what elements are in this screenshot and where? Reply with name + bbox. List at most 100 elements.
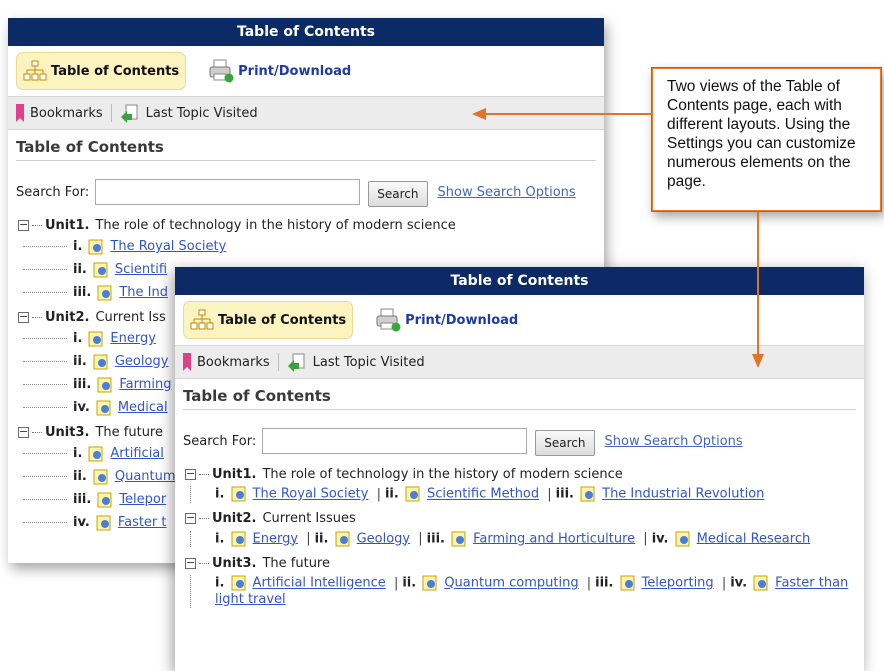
unit-row: − Unit1. The role of technology in the h… [185, 464, 864, 484]
print-download-button[interactable]: Print/Download [369, 301, 524, 339]
toc-tree: − Unit1. The role of technology in the h… [185, 464, 864, 608]
topic-link[interactable]: Scientific Method [427, 487, 539, 502]
tree-connector [23, 292, 67, 293]
topic-number: iv. [730, 575, 748, 591]
search-button[interactable]: Search [535, 430, 595, 456]
collapse-icon[interactable]: − [185, 557, 196, 569]
toc-button[interactable]: Table of Contents [16, 52, 187, 90]
topic-number: iii. [73, 377, 92, 392]
unit-label: Unit2. [212, 511, 257, 526]
unit-title: The future [262, 555, 330, 571]
unit-row: − Unit3. The future [185, 553, 864, 573]
topic-link[interactable]: Energy [253, 531, 299, 546]
topic-link[interactable]: Scientifi [115, 262, 167, 277]
last-topic-icon [120, 104, 138, 123]
topic-link[interactable]: Medical [118, 400, 168, 415]
topic-number: ii. [384, 486, 399, 502]
topic-number: ii. [314, 531, 329, 546]
collapse-icon[interactable]: − [18, 426, 29, 438]
topic-link[interactable]: Faster t [118, 515, 167, 530]
collapse-icon[interactable]: − [18, 311, 29, 323]
topic-number: iii. [426, 531, 445, 546]
search-input[interactable] [95, 179, 361, 205]
topic-link[interactable]: Artificial [110, 446, 163, 461]
topic-number: ii. [73, 354, 87, 369]
tree-connector [32, 224, 42, 226]
topic-separator: | [547, 486, 552, 502]
collapse-icon[interactable]: − [18, 219, 29, 231]
toc-button-label: Table of Contents [51, 63, 180, 79]
topic-link[interactable]: Teleporting [642, 576, 714, 591]
topic-link[interactable]: The Royal Society [110, 239, 226, 254]
topic-number: iv. [73, 400, 90, 415]
arrow-to-panel2 [752, 212, 764, 368]
last-topic-icon [287, 353, 305, 372]
topic-number: iv. [651, 531, 669, 546]
topic-page-icon [231, 531, 246, 546]
tree-connector [23, 499, 67, 500]
toc-button-label: Table of Contents [218, 312, 347, 328]
topic-page-icon [753, 575, 768, 591]
topic-link[interactable]: Medical Research [697, 531, 811, 546]
topic-link[interactable]: Farming [119, 377, 171, 392]
tree-connector [199, 562, 209, 564]
topic-link[interactable]: Telepor [119, 492, 166, 507]
print-download-button[interactable]: Print/Download [202, 52, 357, 90]
show-search-options-link[interactable]: Show Search Options [605, 434, 743, 449]
topic-page-icon [675, 531, 690, 546]
show-search-options-link[interactable]: Show Search Options [438, 185, 576, 200]
topic-link[interactable]: Quantum [115, 469, 176, 484]
unit-title: The future [95, 424, 163, 440]
unit-row: − Unit2. Current Issues [185, 509, 864, 529]
last-topic-link[interactable]: Last Topic Visited [287, 352, 425, 372]
bookmarks-label: Bookmarks [197, 354, 270, 370]
search-button[interactable]: Search [368, 181, 428, 207]
topic-number: iii. [73, 492, 92, 507]
divider [277, 353, 279, 371]
topic-link[interactable]: Quantum computing [444, 576, 578, 591]
topic-page-icon [580, 486, 595, 502]
section-title: Table of Contents [183, 387, 856, 410]
printer-icon [209, 59, 234, 83]
toc-button[interactable]: Table of Contents [183, 301, 354, 339]
topic-link[interactable]: Geology [357, 531, 411, 546]
topic-link[interactable]: Artificial Intelligence [253, 576, 386, 591]
topic-page-icon [335, 531, 350, 546]
topic-separator: | [376, 486, 381, 502]
collapse-icon[interactable]: − [185, 512, 196, 524]
topic-separator: | [643, 531, 648, 546]
search-input[interactable] [262, 428, 528, 454]
topic-link[interactable]: The Ind [119, 285, 168, 300]
topic-link[interactable]: Geology [115, 354, 169, 369]
unit-label: Unit1. [212, 466, 257, 482]
tree-connector [23, 407, 67, 408]
topic-link[interactable]: The Industrial Revolution [602, 487, 764, 502]
bookmarks-link[interactable]: Bookmarks [183, 353, 270, 371]
topic-number: i. [215, 531, 225, 546]
unit-title: Current Iss [95, 309, 166, 325]
topic-link[interactable]: The Royal Society [253, 487, 369, 502]
tree-connector [23, 361, 67, 362]
topic-page-icon [97, 377, 112, 392]
topic-number: ii. [73, 469, 87, 484]
unit-title: Current Issues [262, 511, 356, 526]
topic-number: ii. [402, 575, 417, 591]
topic-link[interactable]: Energy [110, 331, 156, 346]
unit-label: Unit3. [212, 555, 257, 571]
unit-label: Unit3. [45, 424, 90, 440]
topic-inline-list: i. Energy | ii. Geology | iii. Farming and… [190, 530, 864, 547]
last-topic-link[interactable]: Last Topic Visited [120, 103, 258, 123]
topic-page-icon [93, 354, 108, 369]
topic-separator: | [418, 531, 423, 546]
topic-separator: | [586, 575, 592, 591]
callout-text: Two views of the Table of Contents page,… [653, 69, 880, 210]
collapse-icon[interactable]: − [185, 468, 196, 480]
topic-page-icon [231, 575, 246, 591]
unit-label: Unit1. [45, 217, 90, 233]
topic-number: iii. [595, 575, 614, 591]
tree-connector [23, 269, 67, 270]
bookmarks-link[interactable]: Bookmarks [16, 104, 103, 122]
topic-number: iii. [555, 486, 574, 502]
search-row: Search For: Search Show Search Options [183, 426, 856, 456]
topic-link[interactable]: Farming and Horticulture [473, 531, 635, 546]
